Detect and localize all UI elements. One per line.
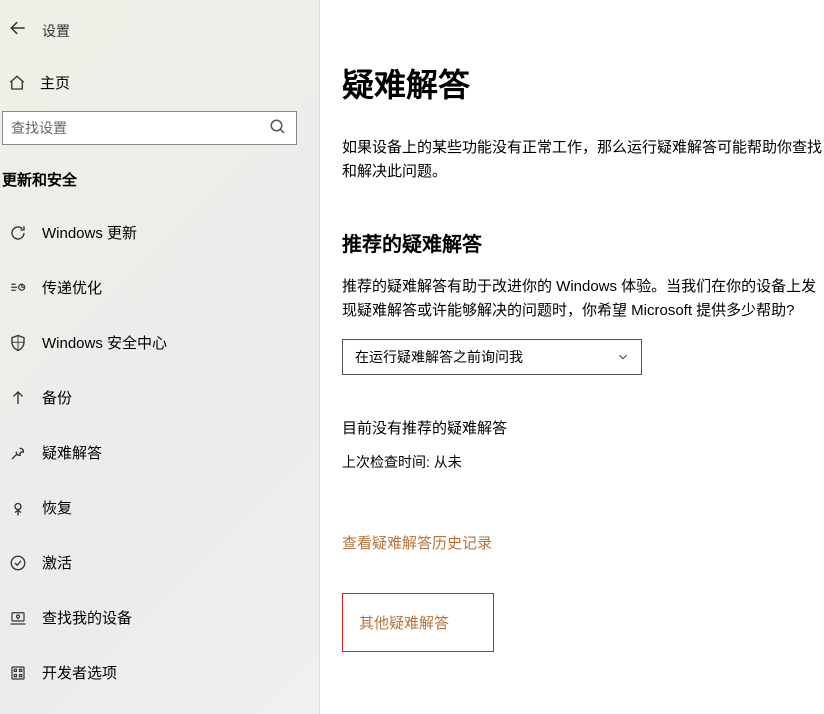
troubleshoot-icon bbox=[8, 443, 28, 463]
other-troubleshoot-title: 其他疑难解答 bbox=[359, 615, 449, 632]
category-header: 更新和安全 bbox=[0, 169, 319, 202]
intro-text: 如果设备上的某些功能没有正常工作，那么运行疑难解答可能帮助你查找和解决此问题。 bbox=[342, 136, 824, 184]
last-check-time: 上次检查时间: 从未 bbox=[342, 452, 824, 472]
search-container bbox=[0, 111, 319, 145]
sidebar-item-windows-update[interactable]: Windows 更新 bbox=[0, 212, 319, 253]
dev-icon bbox=[8, 663, 28, 683]
back-button[interactable] bbox=[8, 18, 28, 44]
page-title: 疑难解答 bbox=[342, 60, 824, 106]
sidebar: 设置 主页 更新和安全 Windows 更新 bbox=[0, 0, 320, 714]
nav-label: 开发者选项 bbox=[42, 662, 117, 683]
sidebar-item-activation[interactable]: 激活 bbox=[0, 542, 319, 583]
sidebar-item-backup[interactable]: 备份 bbox=[0, 377, 319, 418]
sync-icon bbox=[8, 223, 28, 243]
nav-label: 传递优化 bbox=[42, 277, 102, 298]
frequency-dropdown[interactable]: 在运行疑难解答之前询问我 bbox=[342, 339, 642, 375]
home-label: 主页 bbox=[40, 72, 70, 93]
header-row: 设置 bbox=[0, 0, 319, 62]
nav-label: 疑难解答 bbox=[42, 442, 102, 463]
nav-label: 激活 bbox=[42, 552, 72, 573]
other-troubleshoot-box[interactable]: 其他疑难解答 bbox=[342, 593, 494, 652]
frequency-dropdown-wrap: 在运行疑难解答之前询问我 bbox=[342, 339, 642, 375]
dropdown-value: 在运行疑难解答之前询问我 bbox=[355, 347, 523, 367]
main-content: 疑难解答 如果设备上的某些功能没有正常工作，那么运行疑难解答可能帮助你查找和解决… bbox=[320, 0, 824, 714]
delivery-icon bbox=[8, 278, 28, 298]
sidebar-item-recovery[interactable]: 恢复 bbox=[0, 487, 319, 528]
sidebar-item-troubleshoot[interactable]: 疑难解答 bbox=[0, 432, 319, 473]
search-input[interactable] bbox=[2, 111, 297, 145]
sidebar-item-home[interactable]: 主页 bbox=[0, 62, 319, 111]
sidebar-item-findmy[interactable]: 查找我的设备 bbox=[0, 597, 319, 638]
shield-icon bbox=[8, 333, 28, 353]
recover-icon bbox=[8, 498, 28, 518]
home-icon bbox=[8, 74, 26, 92]
findmy-icon bbox=[8, 608, 28, 628]
settings-title: 设置 bbox=[42, 21, 70, 41]
backup-icon bbox=[8, 388, 28, 408]
sidebar-item-security[interactable]: Windows 安全中心 bbox=[0, 322, 319, 363]
back-arrow-icon bbox=[8, 21, 28, 43]
nav-label: 备份 bbox=[42, 387, 72, 408]
activate-icon bbox=[8, 553, 28, 573]
search-icon bbox=[269, 118, 287, 139]
no-recommend-status: 目前没有推荐的疑难解答 bbox=[342, 417, 824, 438]
recommend-description: 推荐的疑难解答有助于改进你的 Windows 体验。当我们在你的设备上发现疑难解… bbox=[342, 275, 824, 323]
sidebar-item-developers[interactable]: 开发者选项 bbox=[0, 652, 319, 693]
nav-label: 查找我的设备 bbox=[42, 607, 132, 628]
sidebar-item-delivery[interactable]: 传递优化 bbox=[0, 267, 319, 308]
nav-label: 恢复 bbox=[42, 497, 72, 518]
nav-label: Windows 更新 bbox=[42, 222, 137, 243]
nav-list: Windows 更新 传递优化 Windows 安全中心 bbox=[0, 212, 319, 693]
nav-label: Windows 安全中心 bbox=[42, 332, 167, 353]
history-link[interactable]: 查看疑难解答历史记录 bbox=[342, 532, 492, 553]
recommend-heading: 推荐的疑难解答 bbox=[342, 228, 824, 257]
